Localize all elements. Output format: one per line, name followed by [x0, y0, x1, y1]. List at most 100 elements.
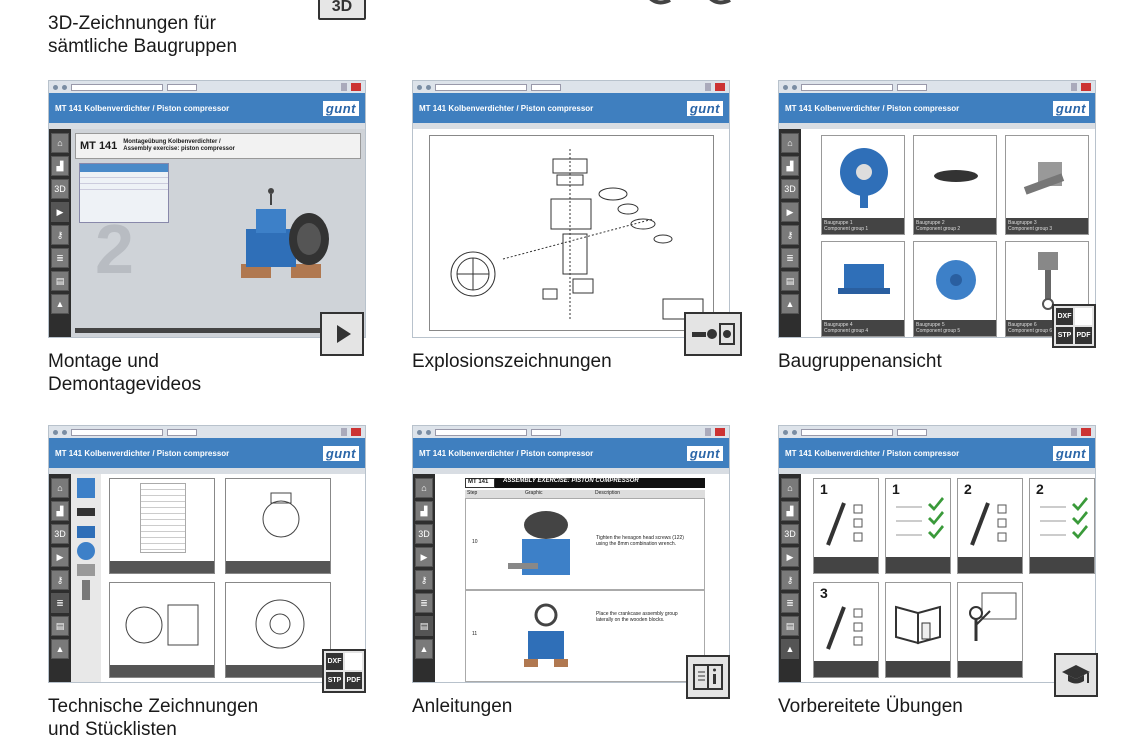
tile-assembly-groups[interactable]: MT 141 Kolbenverdichter / Piston compres…	[778, 80, 1096, 376]
key-icon[interactable]: ⚷	[781, 225, 799, 245]
3d-icon[interactable]: 3D	[781, 524, 799, 544]
compressor-icon[interactable]: ▟	[781, 501, 799, 521]
video-progress-bar[interactable]	[75, 328, 361, 333]
top-caption-line2: sämtliche Baugruppen	[48, 36, 238, 57]
home-icon[interactable]: ⌂	[51, 133, 69, 153]
document-icon[interactable]: ≣	[51, 248, 69, 268]
assembly-card[interactable]: Baugruppe 2 Component group 2	[913, 135, 997, 235]
exercise-card[interactable]: 3	[813, 582, 879, 678]
document-icon[interactable]: ≣	[781, 593, 799, 613]
exploded-drawing	[413, 129, 729, 337]
drawing-sheet[interactable]	[225, 478, 331, 574]
key-icon[interactable]: ⚷	[781, 570, 799, 590]
play-icon[interactable]: ▶	[51, 547, 69, 567]
group-label-en: Component group 2	[916, 226, 961, 232]
step-number: 11	[472, 631, 478, 637]
assembly-card[interactable]: Baugruppe 3 Component group 3	[1005, 135, 1089, 235]
key-icon[interactable]: ⚷	[51, 570, 69, 590]
app-header: MT 141 Kolbenverdichter / Piston compres…	[49, 93, 365, 123]
tile-technical-drawings[interactable]: MT 141 Kolbenverdichter / Piston compres…	[48, 425, 366, 740]
exploded-view-badge-icon[interactable]	[684, 312, 742, 356]
document-info-icon[interactable]: ▤	[781, 271, 799, 291]
gunt-logo: gunt	[686, 100, 723, 116]
graduation-cap-icon[interactable]: ▲	[781, 639, 799, 659]
document-icon[interactable]: ≣	[781, 248, 799, 268]
home-icon[interactable]: ⌂	[781, 478, 799, 498]
key-icon[interactable]: ⚷	[415, 570, 433, 590]
manual-badge-icon[interactable]	[686, 655, 730, 699]
drawing-sheet[interactable]	[225, 582, 331, 678]
3d-icon[interactable]: 3D	[415, 524, 433, 544]
3d-icon[interactable]: 3D	[781, 179, 799, 199]
home-icon[interactable]: ⌂	[781, 133, 799, 153]
screenshot-videos: MT 141 Kolbenverdichter / Piston compres…	[48, 80, 366, 338]
tile-videos[interactable]: MT 141 Kolbenverdichter / Piston compres…	[48, 80, 366, 395]
graduation-cap-icon[interactable]: ▲	[51, 639, 69, 659]
caption-line1: Anleitungen	[412, 696, 513, 717]
tile-exercises[interactable]: MT 141 Kolbenverdichter / Piston compres…	[778, 425, 1098, 721]
exercise-card[interactable]	[885, 582, 951, 678]
stp-label: STP	[1056, 327, 1073, 344]
assembly-card[interactable]: Baugruppe 1 Component group 1	[821, 135, 905, 235]
home-icon[interactable]: ⌂	[415, 478, 433, 498]
tile-caption: Explosionszeichnungen	[412, 350, 612, 373]
col-step: Step	[467, 490, 478, 496]
part-thumbnails	[71, 474, 101, 682]
graduation-cap-badge-icon[interactable]	[1054, 653, 1098, 697]
tile-caption: Montage und Demontagevideos	[48, 350, 201, 396]
graduation-cap-icon[interactable]: ▲	[781, 294, 799, 314]
assembly-card[interactable]: Baugruppe 5 Component group 5	[913, 241, 997, 337]
play-icon[interactable]: ▶	[51, 202, 69, 222]
caption-line1: Explosionszeichnungen	[412, 351, 612, 372]
assembly-card[interactable]: Baugruppe 4 Component group 4	[821, 241, 905, 337]
file-format-badge-icon[interactable]: DXF STP PDF	[1052, 304, 1096, 348]
dxf-label: DXF	[1056, 308, 1073, 325]
app-title: MT 141 Kolbenverdichter / Piston compres…	[419, 103, 594, 113]
compressor-icon[interactable]: ▟	[51, 156, 69, 176]
compressor-icon[interactable]: ▟	[415, 501, 433, 521]
tile-manuals[interactable]: MT 141 Kolbenverdichter / Piston compres…	[412, 425, 730, 721]
manual-code: MT 141	[465, 478, 495, 488]
play-badge-icon[interactable]	[320, 312, 364, 356]
document-icon[interactable]: ≣	[415, 593, 433, 613]
3d-icon[interactable]: 3D	[51, 524, 69, 544]
document-icon[interactable]: ≣	[51, 593, 69, 613]
tile-caption: Baugruppenansicht	[778, 350, 942, 373]
manual-title: ASSEMBLY EXERCISE: PISTON COMPRESSOR	[495, 478, 705, 488]
3d-icon[interactable]: 3D	[51, 179, 69, 199]
file-format-badge-icon[interactable]: DXF STP PDF	[322, 649, 366, 693]
drawing-sheet[interactable]	[109, 582, 215, 678]
play-icon[interactable]: ▶	[415, 547, 433, 567]
3d-badge-icon[interactable]: 3D	[318, 0, 366, 20]
document-info-icon[interactable]: ▤	[781, 616, 799, 636]
graduation-cap-icon[interactable]: ▲	[415, 639, 433, 659]
video-player[interactable]: MT 141 Montageübung Kolbenverdichter / A…	[71, 129, 365, 337]
drawing-sheet[interactable]	[109, 478, 215, 574]
app-title: MT 141 Kolbenverdichter / Piston compres…	[55, 103, 230, 113]
document-info-icon[interactable]: ▤	[415, 616, 433, 636]
exercise-card[interactable]	[957, 582, 1023, 678]
compressor-icon[interactable]: ▟	[51, 501, 69, 521]
play-icon[interactable]: ▶	[781, 547, 799, 567]
sidebar: ⌂ ▟ 3D ▶ ⚷ ≣ ▤ ▲	[49, 129, 71, 337]
graduation-cap-icon[interactable]: ▲	[51, 294, 69, 314]
gunt-logo: gunt	[322, 100, 359, 116]
key-icon[interactable]: ⚷	[51, 225, 69, 245]
tile-caption: Anleitungen	[412, 695, 512, 718]
exercise-card[interactable]: 2	[1029, 478, 1095, 574]
pdf-label: PDF	[345, 672, 362, 689]
manual-step-row: 10 Tighten the hexagon head screws (122)…	[465, 498, 705, 590]
caption-line1: Technische Zeichnungen	[48, 696, 259, 717]
gunt-logo: gunt	[1052, 445, 1089, 461]
exercise-card[interactable]: 2	[957, 478, 1023, 574]
exercise-card[interactable]: 1	[813, 478, 879, 574]
document-info-icon[interactable]: ▤	[51, 271, 69, 291]
caption-line1: Montage und	[48, 351, 159, 372]
exercise-card[interactable]: 1	[885, 478, 951, 574]
compressor-icon[interactable]: ▟	[781, 156, 799, 176]
document-info-icon[interactable]: ▤	[51, 616, 69, 636]
compressor-3d-render	[241, 188, 329, 278]
tile-exploded[interactable]: MT 141 Kolbenverdichter / Piston compres…	[412, 80, 742, 376]
play-icon[interactable]: ▶	[781, 202, 799, 222]
home-icon[interactable]: ⌂	[51, 478, 69, 498]
